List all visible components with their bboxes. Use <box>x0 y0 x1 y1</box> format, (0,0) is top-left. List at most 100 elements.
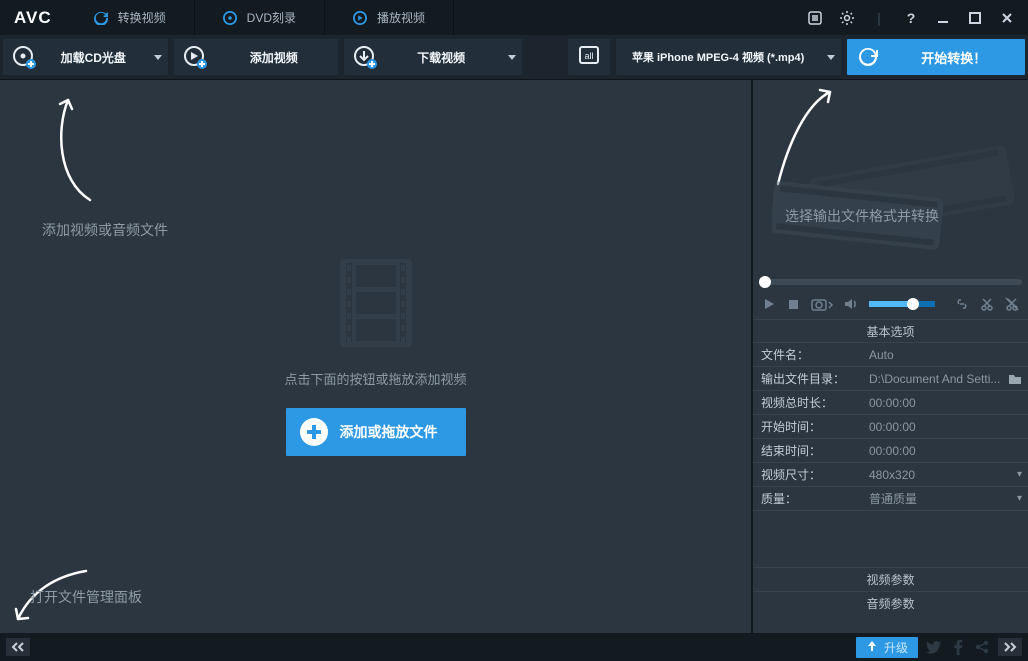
download-icon <box>350 42 380 72</box>
annotation-add-files: 添加视频或音频文件 <box>42 220 168 240</box>
tab-dvd[interactable]: DVD刻录 <box>195 0 325 35</box>
tab-label: 播放视频 <box>377 9 425 26</box>
prop-row: 输出文件目录：D:\Document And Setti... <box>753 367 1028 391</box>
browse-icon[interactable] <box>1008 373 1022 385</box>
all-formats-icon: all <box>576 42 602 73</box>
prop-row: 开始时间：00:00:00 <box>753 415 1028 439</box>
button-label: 添加或拖放文件 <box>340 422 438 442</box>
options-icon[interactable] <box>804 7 826 29</box>
play-button[interactable] <box>761 296 776 312</box>
upgrade-label: 升级 <box>884 639 908 656</box>
audio-params-header[interactable]: 音频参数 <box>753 591 1028 615</box>
button-label: 加载CD光盘 <box>39 49 148 66</box>
close-icon[interactable] <box>996 7 1018 29</box>
prop-row: 视频总时长：00:00:00 <box>753 391 1028 415</box>
tab-label: DVD刻录 <box>247 9 296 26</box>
window-controls: | ? <box>804 7 1028 29</box>
cut-icon[interactable] <box>980 296 995 312</box>
social-links <box>926 639 990 655</box>
facebook-icon[interactable] <box>950 639 966 655</box>
basic-options-grid: 文件名：Auto 输出文件目录：D:\Document And Setti...… <box>753 343 1028 511</box>
start-convert-button[interactable]: 开始转换！ <box>847 39 1025 75</box>
chevron-down-icon <box>821 39 841 75</box>
video-params-header[interactable]: 视频参数 <box>753 567 1028 591</box>
collapse-right-button[interactable] <box>998 638 1022 656</box>
prop-key: 输出文件目录： <box>753 367 863 390</box>
tab-play[interactable]: 播放视频 <box>325 0 454 35</box>
button-label: 下载视频 <box>380 49 502 66</box>
snapshot-button[interactable] <box>811 296 834 312</box>
prop-value[interactable]: 00:00:00 <box>863 415 1028 438</box>
add-video-icon <box>180 42 210 72</box>
link-icon[interactable] <box>955 296 970 312</box>
collapse-left-button[interactable] <box>6 638 30 656</box>
statusbar: 升级 <box>0 633 1028 661</box>
output-profile-button[interactable]: 苹果 iPhone MPEG-4 视频 (*.mp4) <box>616 39 841 75</box>
prop-value[interactable]: 480x320▾ <box>863 463 1028 486</box>
volume-slider[interactable] <box>869 301 935 307</box>
seek-thumb[interactable] <box>759 276 771 288</box>
prop-key: 结束时间： <box>753 439 863 462</box>
prop-row: 文件名：Auto <box>753 343 1028 367</box>
app-logo: AVC <box>0 8 66 28</box>
prop-value: 00:00:00 <box>863 391 1028 414</box>
refresh-icon <box>94 11 108 25</box>
convert-icon <box>853 42 883 72</box>
help-icon[interactable]: ? <box>900 7 922 29</box>
profile-manager-button[interactable]: all <box>568 39 610 75</box>
basic-options-header: 基本选项 <box>753 319 1028 343</box>
prop-key: 质量： <box>753 487 863 510</box>
profile-label: 苹果 iPhone MPEG-4 视频 (*.mp4) <box>616 49 821 65</box>
tab-label: 转换视频 <box>118 9 166 26</box>
prop-value[interactable]: 普通质量▾ <box>863 487 1028 510</box>
chevron-down-icon: ▾ <box>1017 469 1022 480</box>
prop-key: 文件名： <box>753 343 863 366</box>
prop-value[interactable]: 00:00:00 <box>863 439 1028 462</box>
settings-icon[interactable] <box>836 7 858 29</box>
prop-row: 视频尺寸：480x320▾ <box>753 463 1028 487</box>
file-list-panel: 添加视频或音频文件 点击下面的按钮或拖放添加视频 添加或拖放文件 打开文件管理面… <box>0 80 753 633</box>
cut-disabled-icon[interactable] <box>1005 296 1020 312</box>
prop-value[interactable]: Auto <box>863 343 1028 366</box>
prop-value[interactable]: D:\Document And Setti... <box>863 367 1028 390</box>
minimize-icon[interactable] <box>932 7 954 29</box>
download-video-button[interactable]: 下载视频 <box>344 39 522 75</box>
main-area: 添加视频或音频文件 点击下面的按钮或拖放添加视频 添加或拖放文件 打开文件管理面… <box>0 80 1028 633</box>
annotation-output-format: 选择输出文件格式并转换 <box>785 206 939 226</box>
seek-track <box>759 279 1022 285</box>
play-icon <box>353 11 367 25</box>
annotation-file-manager: 打开文件管理面板 <box>30 587 142 607</box>
dropzone-hint: 点击下面的按钮或拖放添加视频 <box>284 369 466 388</box>
filmstrip-icon <box>772 134 1022 254</box>
main-tabs: 转换视频 DVD刻录 播放视频 <box>66 0 454 35</box>
stop-button[interactable] <box>786 296 801 312</box>
disc-icon <box>223 11 237 25</box>
prop-key: 视频总时长： <box>753 391 863 414</box>
dropzone[interactable]: 点击下面的按钮或拖放添加视频 添加或拖放文件 <box>0 80 751 633</box>
chevron-down-icon: ▾ <box>1017 493 1022 504</box>
add-file-button[interactable]: 添加或拖放文件 <box>286 408 466 456</box>
volume-icon[interactable] <box>844 296 859 312</box>
prop-row: 质量：普通质量▾ <box>753 487 1028 511</box>
add-video-button[interactable]: 添加视频 <box>174 39 339 75</box>
share-icon[interactable] <box>974 639 990 655</box>
side-panel: 选择输出文件格式并转换 基本选项 文件名：Auto 输出文件目录：D:\Docu… <box>753 80 1028 633</box>
button-label: 添加视频 <box>210 49 339 66</box>
toolbar: 加载CD光盘 添加视频 下载视频 all 苹果 iPhone MPEG-4 视频… <box>0 35 1028 80</box>
film-icon <box>336 257 416 349</box>
twitter-icon[interactable] <box>926 639 942 655</box>
chevron-down-icon <box>502 39 522 75</box>
volume-thumb[interactable] <box>907 298 919 310</box>
seek-bar[interactable] <box>753 275 1028 289</box>
tab-convert[interactable]: 转换视频 <box>66 0 195 35</box>
maximize-icon[interactable] <box>964 7 986 29</box>
disc-add-icon <box>9 42 39 72</box>
load-disc-button[interactable]: 加载CD光盘 <box>3 39 168 75</box>
upgrade-icon <box>866 640 878 655</box>
upgrade-button[interactable]: 升级 <box>856 637 918 658</box>
button-label: 开始转换！ <box>883 48 1025 67</box>
help-divider: | <box>868 7 890 29</box>
plus-icon <box>300 418 328 446</box>
prop-row: 结束时间：00:00:00 <box>753 439 1028 463</box>
titlebar: AVC 转换视频 DVD刻录 播放视频 | ? <box>0 0 1028 35</box>
